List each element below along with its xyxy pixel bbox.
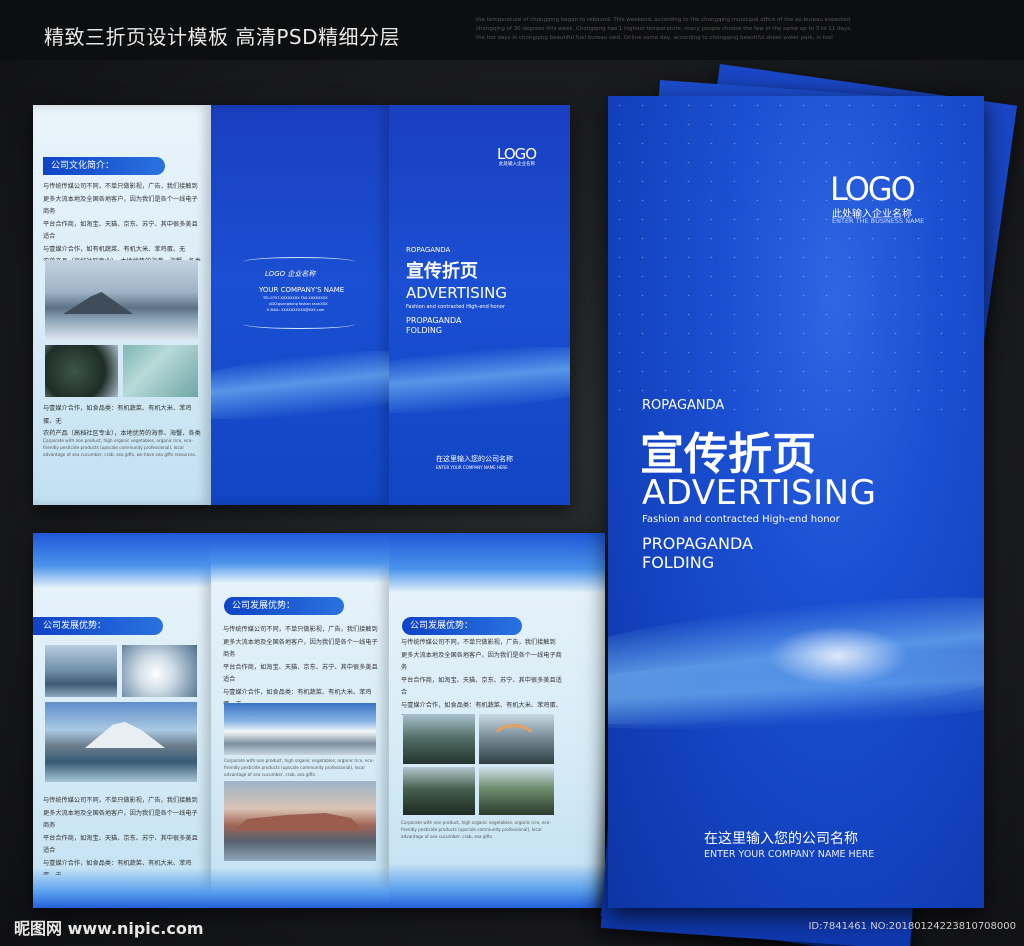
right-ropaganda: ROPAGANDA (406, 246, 451, 254)
company-name-en: YOUR COMPANY'S NAME (259, 286, 345, 294)
mountain-shape (63, 292, 133, 314)
mountain-photo (45, 260, 198, 340)
desert-mountain-photo (224, 781, 376, 861)
cover-propaganda: PROPAGANDA (642, 534, 753, 553)
culture-paragraph: 与传统传媒公司不同，不单只做影视，广告，我们接触到 更多大流本地及全国各地客户，… (43, 183, 201, 261)
cover-tagline: Fashion and contracted High-end honor (642, 514, 840, 525)
advantage-fine-print-3: Corporate with non product, high organic… (401, 820, 551, 839)
bottom-wave-band-2 (211, 868, 389, 908)
right-title-en: ADVERTISING (406, 284, 507, 302)
top-wave-band-2 (211, 533, 389, 583)
sky-clouds-photo (224, 703, 376, 755)
bottom-wave-band (33, 868, 211, 908)
right-tagline: Fashion and contracted High-end honor (406, 304, 505, 310)
contact-tel: TEL:0757-XXXXXXXX FAX:XXXXXXXX (263, 296, 328, 300)
sheet1-left-panel: 公司文化简介： 与传统传媒公司不同，不单只做影视，广告，我们接触到 更多大流本地… (33, 105, 211, 505)
star-field (608, 96, 984, 416)
snow-peak-shape (85, 722, 165, 748)
water-photo (123, 345, 198, 397)
rainbow-photo (479, 714, 554, 764)
section-title-advantage-3: 公司发展优势： (402, 617, 522, 635)
bottom-wave-band-3 (389, 863, 605, 908)
cover-glow (768, 626, 908, 686)
cover-company-cn: 在这里输入您的公司名称 (704, 831, 858, 847)
sheet1-right-panel: LOGO 此处输入企业名称 ROPAGANDA 宣传折页 ADVERTISING… (389, 105, 570, 505)
cover-title-en: ADVERTISING (642, 473, 877, 513)
cliff-photo-1 (403, 714, 475, 764)
contact-address: ADD:guangdong foshan shunXXX (269, 302, 328, 306)
header-fine-print: the temperature of chongqing began to re… (476, 17, 852, 41)
culture-fine-print: Corporate with non product, high organic… (43, 438, 197, 457)
right-title-cn: 宣传折页 (406, 261, 478, 282)
right-company-en: ENTER YOUR COMPANY NAME HERE (436, 465, 508, 470)
header-bar: 精致三折页设计模板 高清PSD精细分层 the temperature of c… (0, 0, 1024, 60)
ornament-frame-bottom (243, 319, 355, 329)
forest-photo (45, 345, 118, 397)
page-title: 精致三折页设计模板 高清PSD精细分层 (44, 25, 401, 49)
advantage-paragraph-1: 与传统传媒公司不同，不单只做影视，广告，我们接触到 更多大流本地及全国各地客户，… (43, 797, 198, 875)
cover-ropaganda: ROPAGANDA (642, 398, 725, 413)
section-title-advantage-2: 公司发展优势： (224, 597, 344, 615)
right-folding: FOLDING (406, 326, 443, 335)
contact-email: E-MAIL: XXXXXXXXXX@XXX.com (267, 308, 325, 312)
tree-photo (479, 767, 554, 815)
light-wave (211, 338, 389, 432)
advantage-paragraph-2: 与传统传媒公司不同，不单只做影视，广告，我们接触到 更多大流本地及全国各地客户，… (223, 626, 378, 704)
section-title-advantage-1: 公司发展优势： (33, 617, 163, 635)
light-wave-right (389, 335, 570, 425)
top-wave-band (33, 533, 211, 588)
section-title-culture: 公司文化简介： (43, 157, 165, 175)
brochure-sheet-bottom: 公司发展优势： 与传统传媒公司不同，不单只做影视，广告，我们接触到 更多大流本地… (33, 533, 605, 908)
sheet2-panel-3: 公司发展优势： 与传统传媒公司不同，不单只做影视，广告，我们接触到 更多大流本地… (389, 533, 605, 908)
image-id-label: ID:7841461 NO:20180124223810708000 (808, 921, 1016, 932)
cloud-photo (122, 645, 197, 697)
mesa-shape (234, 813, 364, 831)
advantage-paragraph-3: 与传统传媒公司不同，不单只做影视，广告，我们接触到 更多大流本地及全国各地客户，… (401, 639, 562, 715)
cover-logo: LOGO (830, 170, 916, 208)
sheet2-panel-1: 公司发展优势： 与传统传媒公司不同，不单只做影视，广告，我们接触到 更多大流本地… (33, 533, 211, 908)
top-wave-band-3 (389, 533, 605, 593)
snow-mountain-lake-photo (45, 702, 197, 782)
nipic-watermark: 昵图网 www.nipic.com (14, 919, 204, 938)
right-logo-sub: 此处输入企业名称 (499, 162, 535, 167)
middle-logo: LOGO 企业名称 (265, 270, 316, 278)
cover-logo-en: ENTER THE BUSINESS NAME (832, 217, 925, 225)
misty-mountain-photo (45, 645, 117, 697)
cover-folding: FOLDING (642, 553, 715, 572)
advantage-fine-print-1: Corporate with non product, high organic… (224, 758, 374, 777)
sheet2-panel-2: 公司发展优势： 与传统传媒公司不同，不单只做影视，广告，我们接触到 更多大流本地… (211, 533, 389, 908)
ornament-frame-top (243, 257, 355, 267)
cover-company-en: ENTER YOUR COMPANY NAME HERE (704, 849, 875, 860)
cliff-photo-2 (403, 767, 475, 815)
brochure-sheet-top: 公司文化简介： 与传统传媒公司不同，不单只做影视，广告，我们接触到 更多大流本地… (33, 105, 570, 505)
sheet1-middle-panel: LOGO 企业名称 YOUR COMPANY'S NAME TEL:0757-X… (211, 105, 389, 505)
cover-front: LOGO 此处输入企业名称 ENTER THE BUSINESS NAME RO… (608, 96, 984, 908)
right-company-cn: 在这里输入您的公司名称 (436, 455, 513, 463)
rainbow-arc (489, 724, 539, 764)
right-propaganda: PROPAGANDA (406, 316, 462, 325)
